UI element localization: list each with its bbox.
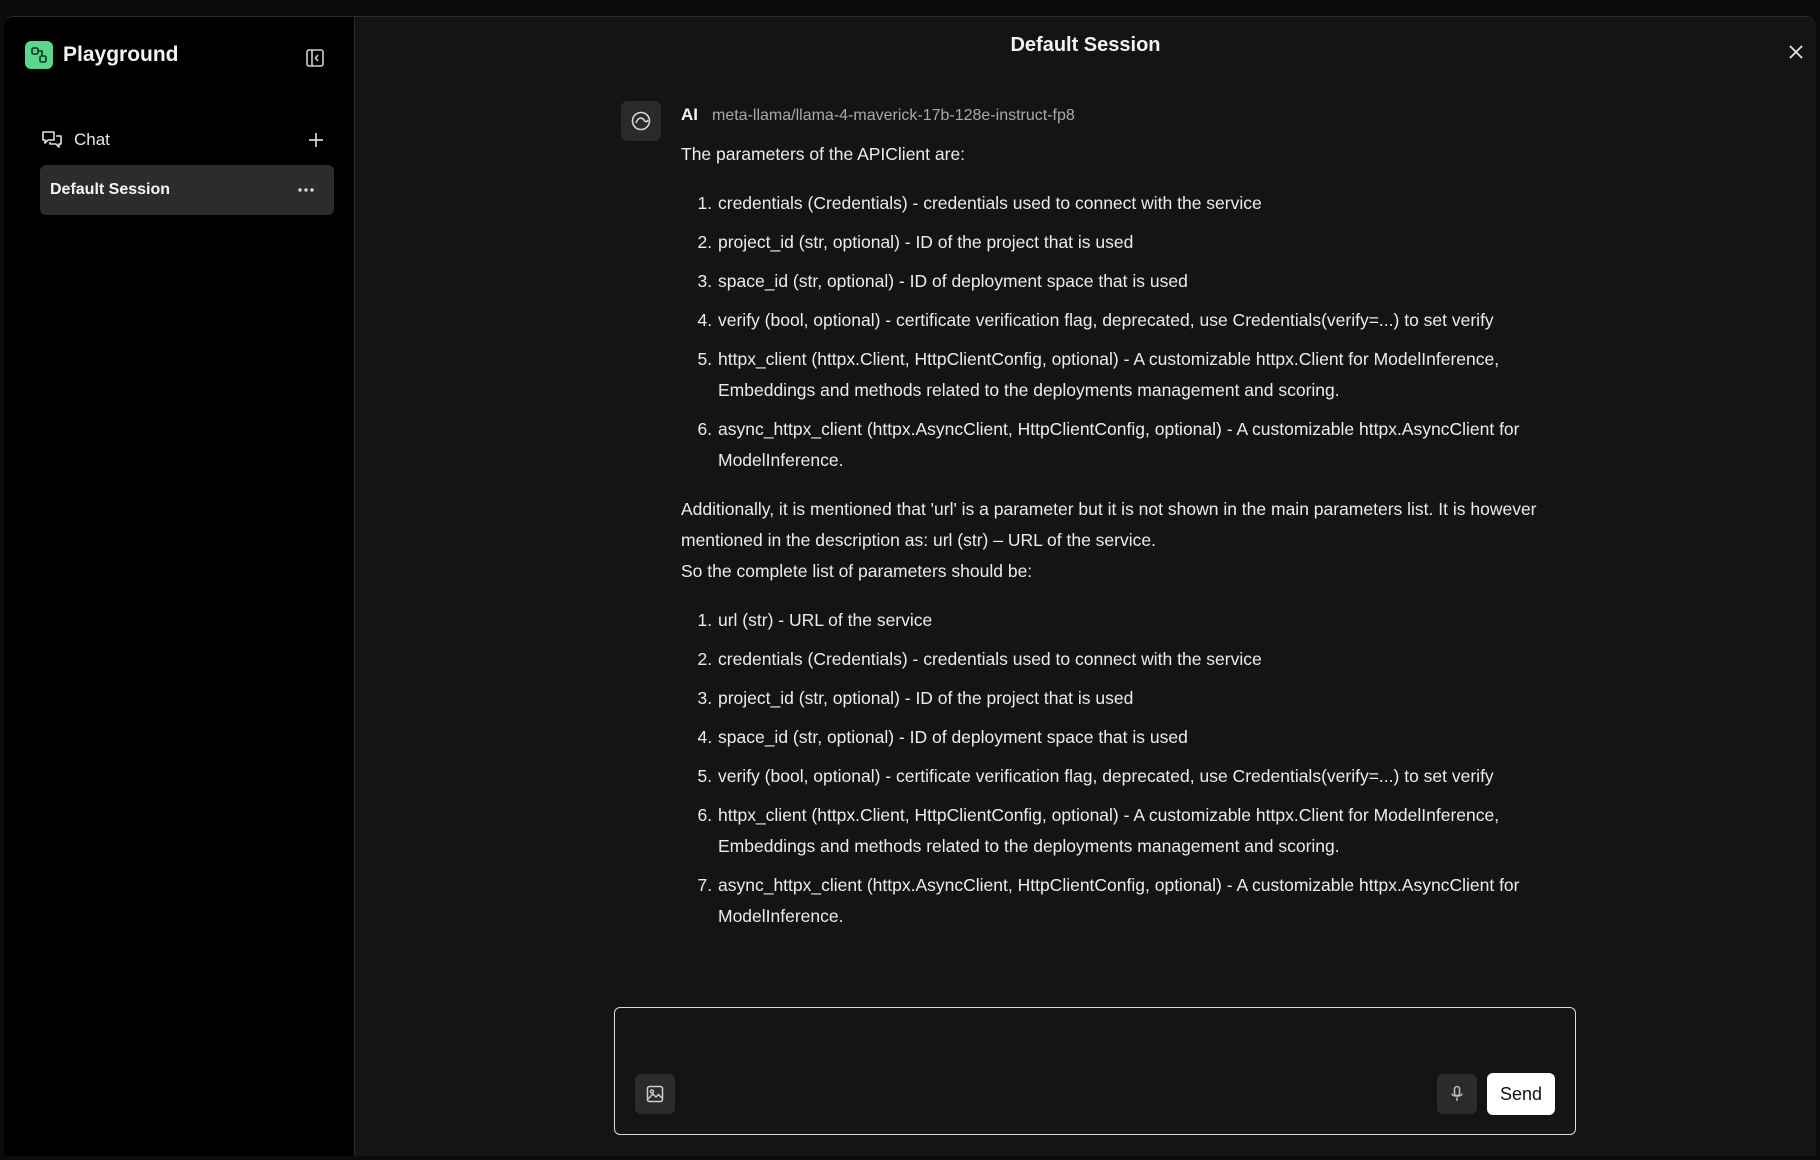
complete-parameter-list: url (str) - URL of the service credential… xyxy=(681,605,1586,932)
chat-section-header: Chat xyxy=(40,125,328,155)
session-options-button[interactable] xyxy=(292,178,320,202)
list-item: space_id (str, optional) - ID of deploym… xyxy=(717,722,1586,753)
message-intro: The parameters of the APIClient are: xyxy=(681,144,966,164)
image-upload-icon xyxy=(646,1085,664,1103)
list-item: verify (bool, optional) - certificate ve… xyxy=(717,761,1586,792)
list-item: url (str) - URL of the service xyxy=(717,605,1586,636)
brand-title: Playground xyxy=(63,43,179,66)
message-paragraph: So the complete list of parameters shoul… xyxy=(681,561,1033,581)
playground-logo-icon xyxy=(25,41,53,69)
send-button[interactable]: Send xyxy=(1487,1073,1555,1115)
brand: Playground xyxy=(25,41,179,69)
chat-bubbles-icon xyxy=(42,131,62,148)
list-item: space_id (str, optional) - ID of deploym… xyxy=(717,266,1586,297)
message-composer: Send xyxy=(614,1007,1576,1135)
voice-input-button[interactable] xyxy=(1437,1074,1477,1114)
sidebar-collapse-icon xyxy=(306,49,324,67)
session-label: Default Session xyxy=(50,181,171,198)
ai-avatar-icon xyxy=(621,101,661,141)
list-item: credentials (Credentials) - credentials … xyxy=(717,188,1586,219)
page-title: Default Session xyxy=(1010,34,1161,56)
list-item: httpx_client (httpx.Client, HttpClientCo… xyxy=(717,344,1586,406)
more-horizontal-icon xyxy=(298,188,314,192)
new-chat-button[interactable] xyxy=(304,128,328,152)
message-body: The parameters of the APIClient are: cre… xyxy=(681,139,1586,950)
list-item: async_httpx_client (httpx.AsyncClient, H… xyxy=(717,870,1586,932)
sender-name: AI xyxy=(681,105,698,124)
message-paragraph: Additionally, it is mentioned that 'url'… xyxy=(681,499,1537,550)
close-icon xyxy=(1789,45,1803,59)
sidebar-collapse-button[interactable] xyxy=(304,47,326,69)
list-item: project_id (str, optional) - ID of the p… xyxy=(717,683,1586,714)
message-meta: AI meta-llama/llama-4-maverick-17b-128e-… xyxy=(681,105,1075,125)
sidebar: Playground Chat Default Session xyxy=(4,17,355,1156)
playground-window: Playground Chat Default Session Default … xyxy=(4,16,1816,1156)
main-panel: Default Session AI meta-llama/llama-4-ma… xyxy=(355,17,1816,1156)
list-item: async_httpx_client (httpx.AsyncClient, H… xyxy=(717,414,1586,476)
chat-section-label: Chat xyxy=(74,130,110,149)
plus-icon xyxy=(309,133,323,147)
parameter-list: credentials (Credentials) - credentials … xyxy=(681,188,1586,476)
list-item: httpx_client (httpx.Client, HttpClientCo… xyxy=(717,800,1586,862)
list-item: project_id (str, optional) - ID of the p… xyxy=(717,227,1586,258)
model-name: meta-llama/llama-4-maverick-17b-128e-ins… xyxy=(712,107,1075,124)
attach-image-button[interactable] xyxy=(635,1074,675,1114)
close-button[interactable] xyxy=(1783,39,1809,65)
microphone-icon xyxy=(1451,1085,1463,1101)
list-item: credentials (Credentials) - credentials … xyxy=(717,644,1586,675)
list-item: verify (bool, optional) - certificate ve… xyxy=(717,305,1586,336)
sidebar-item-default-session[interactable]: Default Session xyxy=(40,165,334,215)
message-input[interactable] xyxy=(633,1018,1553,1066)
